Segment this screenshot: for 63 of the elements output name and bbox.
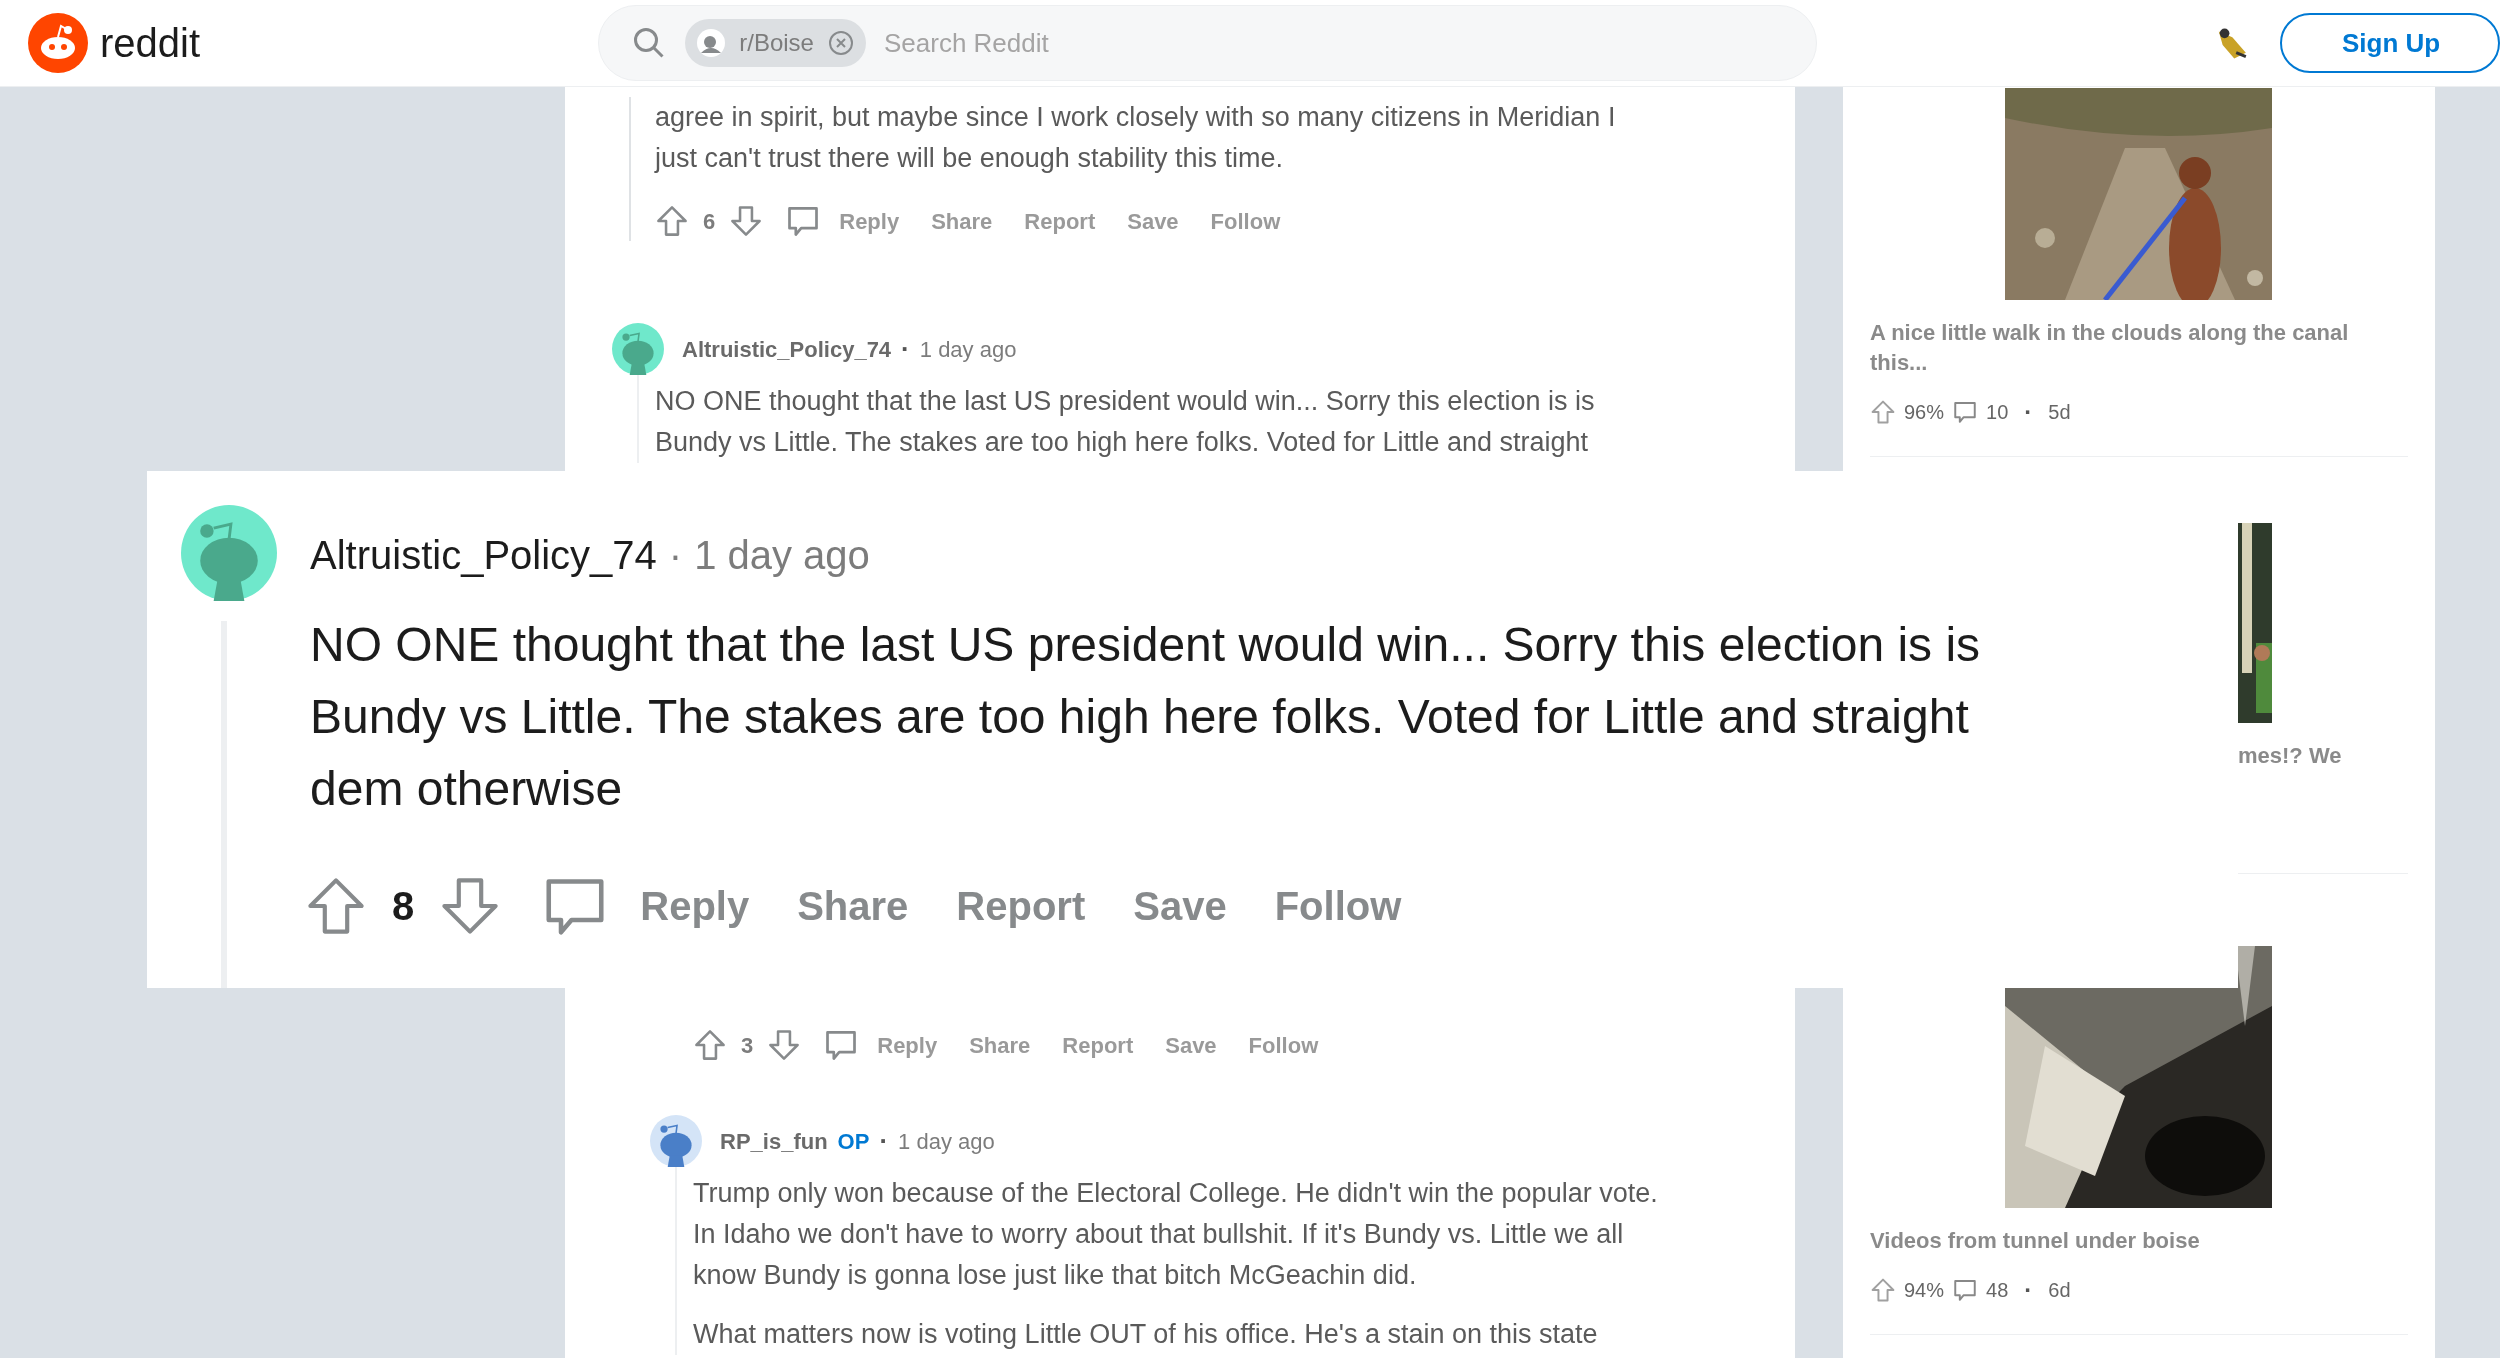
op-tag: OP bbox=[837, 1124, 870, 1158]
comment-icon bbox=[1952, 1277, 1979, 1303]
upvote-ratio: 94% bbox=[1904, 1278, 1945, 1303]
separator-dot: · bbox=[668, 532, 683, 579]
action-button[interactable]: Share bbox=[927, 204, 997, 238]
post-title[interactable]: A nice little walk in the clouds along the canal this... bbox=[1870, 318, 2370, 378]
action-button[interactable]: Report bbox=[1020, 204, 1100, 238]
separator-dot: · bbox=[901, 332, 910, 366]
timestamp: 1 day ago bbox=[919, 335, 1017, 364]
action-button[interactable]: Follow bbox=[1206, 204, 1285, 238]
comment-text: agree in spirit, but maybe since I work closely with so many citizens in Meridian I just can't trust there will be enough stability this time. bbox=[655, 101, 1617, 175]
downvote-icon[interactable] bbox=[767, 1028, 802, 1062]
action-button[interactable]: Follow bbox=[1268, 876, 1408, 936]
upvote-icon[interactable] bbox=[1870, 1277, 1896, 1303]
post-age: 5d bbox=[2048, 400, 2071, 425]
action-button[interactable]: Save bbox=[1127, 876, 1233, 936]
separator-dot: · bbox=[2024, 1275, 2033, 1305]
username[interactable]: Altruistic_Policy_74 bbox=[310, 525, 657, 585]
vote-count: 8 bbox=[392, 883, 415, 930]
comment-count: 48 bbox=[1986, 1278, 2009, 1303]
action-button[interactable]: Follow bbox=[1244, 1028, 1323, 1062]
action-button[interactable]: Report bbox=[1058, 1028, 1138, 1062]
vote-count: 3 bbox=[741, 1031, 754, 1060]
post-title[interactable]: Videos from tunnel under boise bbox=[1870, 1226, 2370, 1256]
comment-icon bbox=[1952, 399, 1979, 425]
upvote-icon[interactable] bbox=[693, 1028, 727, 1062]
comment-text: What matters now is voting Little OUT of his office. He's a stain on this state bbox=[693, 1318, 1599, 1351]
timestamp: 1 day ago bbox=[898, 1127, 995, 1156]
separator-dot: · bbox=[879, 1124, 889, 1158]
timestamp: 1 day ago bbox=[694, 532, 870, 579]
comment-text: Trump only won because of the Electoral College. He didn't win the popular vote. In Idaho we don't have to worry about that bullshit. If it's Bundy vs. Little we all know Bundy is gonna lose just like that bitch McGeachin did. bbox=[693, 1177, 1659, 1292]
logo-text[interactable]: reddit bbox=[100, 13, 201, 73]
upvote-ratio: 96% bbox=[1904, 400, 1945, 425]
community-chip[interactable]: r/Boise bbox=[685, 19, 866, 67]
separator-dot: · bbox=[2024, 397, 2033, 427]
post-title[interactable]: mes!? We bbox=[2238, 739, 2408, 873]
logo-icon[interactable] bbox=[28, 13, 88, 73]
community-icon bbox=[697, 29, 726, 57]
action-button[interactable]: Share bbox=[965, 1028, 1035, 1062]
comment-count: 10 bbox=[1986, 400, 2009, 425]
upvote-icon[interactable] bbox=[1870, 399, 1896, 425]
vote-count: 6 bbox=[703, 207, 716, 236]
reply-button[interactable]: Reply bbox=[634, 876, 756, 936]
username[interactable]: Altruistic_Policy_74 bbox=[682, 332, 892, 366]
action-button[interactable]: Report bbox=[950, 876, 1092, 936]
avatar-icon bbox=[612, 323, 664, 375]
close-icon[interactable] bbox=[827, 30, 854, 56]
avatar-icon bbox=[650, 1115, 702, 1167]
upvote-icon[interactable] bbox=[655, 204, 689, 238]
comment-text: NO ONE thought that the last US president would win... Sorry this election is is Bundy vs Little. The stakes are too high here folks. Voted for Little and straight bbox=[655, 385, 1596, 459]
post-age: 6d bbox=[2048, 1278, 2071, 1303]
action-button[interactable]: Save bbox=[1123, 204, 1183, 238]
avatar-icon bbox=[180, 505, 277, 601]
username[interactable]: RP_is_fun bbox=[720, 1124, 828, 1158]
search-field[interactable]: r/Boise Search Reddit bbox=[598, 5, 1818, 81]
search-input[interactable]: Search Reddit bbox=[883, 23, 1484, 63]
reply-button[interactable]: Reply bbox=[835, 204, 904, 238]
sign-up-button[interactable]: Sign Up bbox=[2280, 13, 2500, 73]
comment-text: NO ONE thought that the last US president would win... Sorry this election is is Bundy vs Little. The stakes are too high here folks. Voted for Little and straight dem otherwise bbox=[310, 617, 1982, 817]
downvote-icon[interactable] bbox=[729, 204, 764, 238]
action-button[interactable]: Save bbox=[1161, 1028, 1221, 1062]
action-button[interactable]: Share bbox=[791, 876, 915, 936]
reply-button[interactable]: Reply bbox=[873, 1028, 942, 1062]
